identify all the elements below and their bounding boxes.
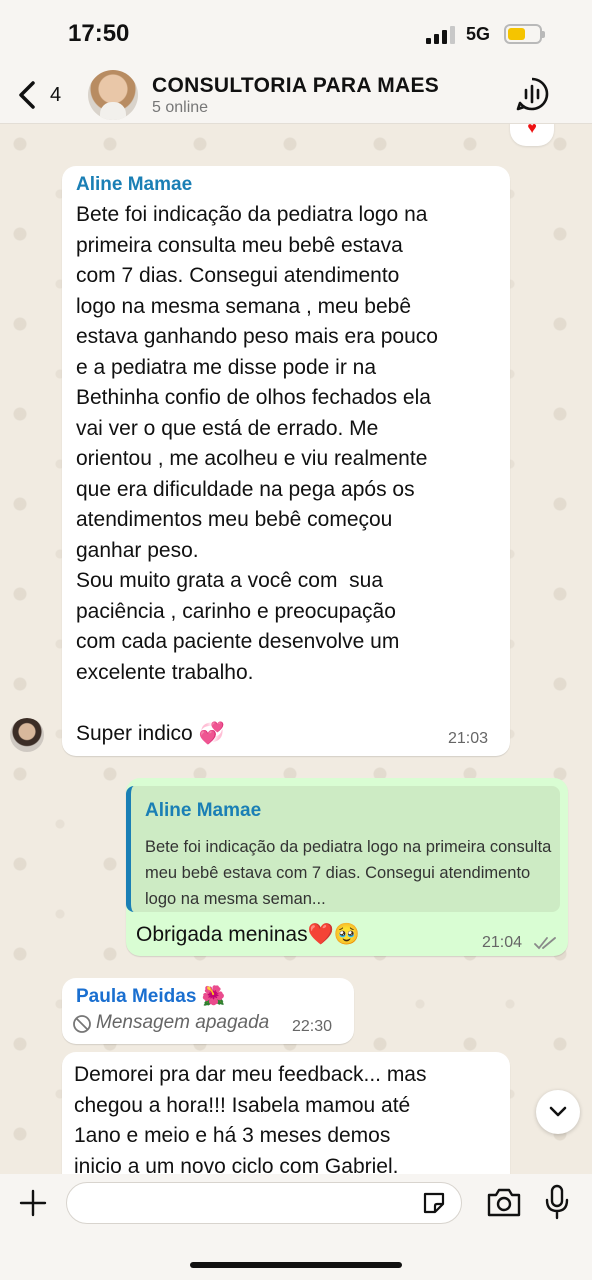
message-text: Obrigada meninas❤️🥹 (136, 923, 360, 946)
status-bar: 17:50 5G (0, 0, 592, 66)
double-check-icon (534, 937, 556, 950)
message-time: 21:03 (448, 730, 489, 747)
message-bubble-outgoing[interactable]: Aline Mamae Bete foi indicação da pediat… (126, 778, 568, 956)
chat-header: 4 CONSULTORIA PARA MAES 5 online (0, 66, 592, 124)
chat-messages[interactable]: ♥ Aline Mamae Bete foi indicação da pedi… (0, 124, 592, 1174)
deleted-message-text: Mensagem apagada (96, 1012, 270, 1033)
scroll-down-button[interactable] (536, 1090, 580, 1134)
message-time: 22:30 (292, 1018, 333, 1035)
back-unread-count[interactable]: 4 (50, 84, 61, 107)
message-input[interactable] (66, 1182, 462, 1224)
back-chevron-icon[interactable] (14, 80, 40, 110)
microphone-icon[interactable] (544, 1184, 570, 1220)
group-name[interactable]: CONSULTORIA PARA MAES (152, 74, 439, 98)
network-label: 5G (466, 24, 491, 44)
online-status: 5 online (152, 99, 209, 116)
plus-icon[interactable] (18, 1188, 48, 1218)
deleted-icon (73, 1015, 91, 1033)
quote-text: Bete foi indicação da pediatra logo na p… (145, 838, 552, 908)
message-text: Demorei pra dar meu feedback... mas cheg… (74, 1063, 427, 1174)
message-bubble[interactable]: Aline Mamae Bete foi indicação da pediat… (62, 166, 510, 756)
message-time: 21:04 (482, 934, 523, 951)
message-sender: Aline Mamae (76, 174, 193, 195)
chevron-down-icon (549, 1106, 567, 1117)
compose-bar (0, 1174, 592, 1280)
message-bubble[interactable]: Paula Meidas 🌺 Mensagem apagada 22:30 (62, 978, 354, 1044)
voice-chat-icon[interactable] (514, 76, 550, 112)
message-bubble[interactable]: Demorei pra dar meu feedback... mas cheg… (62, 1052, 510, 1174)
signal-icon (426, 26, 458, 44)
quoted-message[interactable]: Aline Mamae Bete foi indicação da pediat… (126, 786, 560, 912)
quote-sender: Aline Mamae (145, 800, 262, 821)
sticker-icon[interactable] (421, 1190, 447, 1216)
home-indicator (190, 1262, 402, 1268)
message-text: Bete foi indicação da pediatra logo na p… (76, 203, 438, 745)
message-sender: Paula Meidas 🌺 (76, 986, 226, 1007)
heart-reaction-icon[interactable]: ♥ (510, 124, 554, 146)
status-time: 17:50 (68, 20, 130, 47)
camera-icon[interactable] (486, 1186, 522, 1218)
battery-icon (504, 24, 545, 44)
group-avatar[interactable] (88, 70, 138, 120)
member-avatar[interactable] (10, 718, 44, 752)
